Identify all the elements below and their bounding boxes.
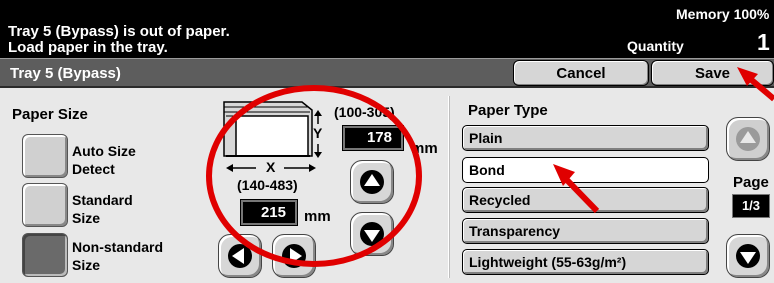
left-arrow-icon xyxy=(228,244,252,268)
status-message-line2: Load paper in the tray. xyxy=(8,39,168,56)
page-label: Page xyxy=(733,174,769,191)
standard-size-label-line1: Standard xyxy=(72,192,133,208)
y-axis-letter: Y xyxy=(313,125,323,141)
y-range-label: (100-305) xyxy=(334,104,395,120)
page-indicator: 1/3 xyxy=(732,194,770,218)
auto-size-detect-label: Auto Size Detect xyxy=(72,142,136,178)
auto-size-detect-button[interactable] xyxy=(22,134,68,178)
quantity-value: 1 xyxy=(757,29,770,55)
panel-divider xyxy=(448,96,450,278)
x-range-label: (140-483) xyxy=(237,177,298,193)
standard-size-button[interactable] xyxy=(22,183,68,227)
page-down-button[interactable] xyxy=(726,234,770,278)
x-increase-button[interactable] xyxy=(272,234,316,278)
down-arrow-icon xyxy=(736,244,760,268)
paper-type-label: Paper Type xyxy=(468,102,548,119)
page-title: Tray 5 (Bypass) xyxy=(10,65,121,82)
memory-indicator: Memory 100% xyxy=(676,6,770,22)
quantity-label: Quantity xyxy=(627,38,684,54)
non-standard-size-label-line1: Non-standard xyxy=(72,239,163,255)
standard-size-label: Standard Size xyxy=(72,191,133,227)
paper-type-plain[interactable]: Plain xyxy=(462,125,709,151)
x-unit-label: mm xyxy=(304,208,331,225)
y-value-field[interactable]: 178 xyxy=(343,126,403,150)
page-up-button[interactable] xyxy=(726,117,770,161)
non-standard-size-label-line2: Size xyxy=(72,257,101,273)
y-increase-button[interactable] xyxy=(350,160,394,204)
auto-size-detect-label-line1: Auto Size xyxy=(72,143,136,159)
non-standard-size-label: Non-standard Size xyxy=(72,238,163,274)
status-bar: Tray 5 (Bypass) is out of paper. Load pa… xyxy=(0,0,774,58)
paper-type-transparency[interactable]: Transparency xyxy=(462,218,709,244)
standard-size-label-line2: Size xyxy=(72,210,101,226)
paper-type-recycled[interactable]: Recycled xyxy=(462,187,709,213)
title-bar: Tray 5 (Bypass) Cancel Save xyxy=(0,58,774,88)
paper-diagram-icon xyxy=(223,101,313,157)
cancel-button[interactable]: Cancel xyxy=(513,60,649,86)
down-arrow-icon xyxy=(360,222,384,246)
status-message-line1: Tray 5 (Bypass) is out of paper. xyxy=(8,23,230,40)
y-unit-label: mm xyxy=(411,140,438,157)
non-standard-size-button[interactable] xyxy=(22,233,68,277)
paper-type-bond[interactable]: Bond xyxy=(462,157,709,183)
x-value-field[interactable]: 215 xyxy=(241,200,297,225)
paper-type-lightweight[interactable]: Lightweight (55-63g/m²) xyxy=(462,249,709,275)
save-button[interactable]: Save xyxy=(651,60,774,86)
auto-size-detect-label-line2: Detect xyxy=(72,161,115,177)
paper-size-label: Paper Size xyxy=(12,106,88,123)
y-decrease-button[interactable] xyxy=(350,212,394,256)
x-decrease-button[interactable] xyxy=(218,234,262,278)
up-arrow-icon xyxy=(736,127,760,151)
x-axis-letter: X xyxy=(266,159,276,175)
right-arrow-icon xyxy=(282,244,306,268)
up-arrow-icon xyxy=(360,170,384,194)
